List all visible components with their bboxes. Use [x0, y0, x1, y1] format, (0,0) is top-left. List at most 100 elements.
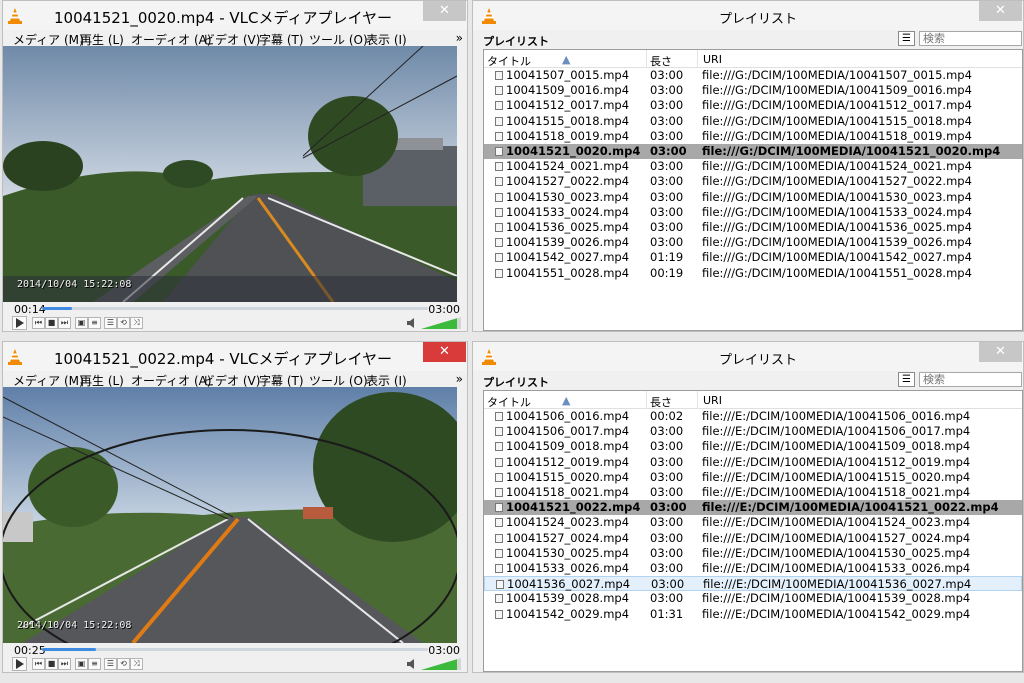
playlist-row[interactable]: 10041527_0024.mp4 03:00 file:///E:/DCIM/10…	[484, 531, 1022, 546]
search-input[interactable]	[919, 31, 1022, 46]
shuffle-button[interactable]: ⤨	[130, 317, 143, 329]
row-uri: file:///G:/DCIM/100MEDIA/10041533_0024.m…	[702, 204, 972, 219]
row-title: 10041533_0024.mp4	[506, 204, 630, 219]
row-length: 03:00	[650, 545, 684, 560]
column-uri[interactable]: URI	[703, 394, 722, 407]
play-button[interactable]	[12, 657, 27, 671]
playlist-row[interactable]: 10041509_0018.mp4 03:00 file:///E:/DCIM/10…	[484, 439, 1022, 454]
playlist-window: プレイリスト ✕ プレイリスト ☰ タイトル ▲ 長さ URI 10041507…	[472, 0, 1024, 332]
fullscreen-button[interactable]: ▣	[75, 317, 88, 329]
column-title[interactable]: タイトル	[487, 53, 531, 69]
playlist-row[interactable]: 10041506_0016.mp4 00:02 file:///E:/DCIM/10…	[484, 409, 1022, 424]
control-bar: ⏮ ■ ⏭ ▣ ≡ ☰ ⟲ ⤨	[3, 315, 467, 331]
column-length[interactable]: 長さ	[650, 394, 672, 410]
row-length: 03:00	[650, 485, 684, 499]
volume-slider[interactable]	[407, 317, 461, 329]
media-file-icon	[495, 427, 503, 437]
seek-slider[interactable]	[42, 307, 428, 310]
fullscreen-button[interactable]: ▣	[75, 658, 88, 670]
media-file-icon	[495, 177, 503, 187]
playlist-row[interactable]: 10041533_0024.mp4 03:00 file:///G:/DCIM/10…	[484, 205, 1022, 220]
close-button[interactable]: ✕	[979, 342, 1022, 362]
menu-overflow-icon[interactable]: »	[456, 372, 463, 386]
loop-button[interactable]: ⟲	[117, 658, 130, 670]
video-view[interactable]: 2014/10/04 15:22:08	[3, 46, 457, 302]
playlist-row[interactable]: 10041518_0019.mp4 03:00 file:///G:/DCIM/10…	[484, 129, 1022, 144]
effects-button[interactable]: ≡	[88, 317, 101, 329]
playlist-list[interactable]: タイトル ▲ 長さ URI 10041506_0016.mp4 00:02 file…	[483, 390, 1023, 672]
playlist-button[interactable]: ☰	[104, 658, 117, 670]
seek-slider[interactable]	[42, 648, 428, 651]
row-length: 03:00	[650, 469, 684, 484]
media-file-icon	[495, 147, 503, 156]
playlist-row[interactable]: 10041530_0025.mp4 03:00 file:///E:/DCIM/10…	[484, 546, 1022, 561]
title-bar[interactable]: プレイリスト ✕	[473, 1, 1023, 30]
row-uri: file:///E:/DCIM/100MEDIA/10041539_0028.m…	[702, 591, 971, 606]
row-uri: file:///E:/DCIM/100MEDIA/10041533_0026.m…	[702, 561, 971, 575]
playlist-row[interactable]: 10041512_0019.mp4 03:00 file:///E:/DCIM/10…	[484, 455, 1022, 470]
playlist-row[interactable]: 10041512_0017.mp4 03:00 file:///G:/DCIM/10…	[484, 98, 1022, 113]
playlist-row[interactable]: 10041536_0025.mp4 03:00 file:///G:/DCIM/10…	[484, 220, 1022, 235]
video-view[interactable]: 2014/10/04 15:22:08	[3, 387, 457, 643]
row-title: 10041539_0028.mp4	[506, 591, 630, 606]
media-file-icon	[496, 580, 504, 590]
media-file-icon	[495, 223, 503, 232]
playlist-row[interactable]: 10041533_0026.mp4 03:00 file:///E:/DCIM/10…	[484, 561, 1022, 576]
playlist-row[interactable]: 10041551_0028.mp4 00:19 file:///G:/DCIM/10…	[484, 266, 1022, 281]
playlist-list[interactable]: タイトル ▲ 長さ URI 10041507_0015.mp4 03:00 file…	[483, 49, 1023, 331]
playlist-row[interactable]: 10041530_0023.mp4 03:00 file:///G:/DCIM/10…	[484, 190, 1022, 205]
playlist-row[interactable]: 10041509_0016.mp4 03:00 file:///G:/DCIM/10…	[484, 83, 1022, 98]
playlist-row[interactable]: 10041515_0020.mp4 03:00 file:///E:/DCIM/10…	[484, 470, 1022, 485]
playlist-row[interactable]: 10041518_0021.mp4 03:00 file:///E:/DCIM/10…	[484, 485, 1022, 500]
next-button[interactable]: ⏭	[58, 317, 71, 329]
playlist-row[interactable]: 10041527_0022.mp4 03:00 file:///G:/DCIM/10…	[484, 174, 1022, 189]
playlist-button[interactable]: ☰	[104, 317, 117, 329]
playlist-row[interactable]: 10041507_0015.mp4 03:00 file:///G:/DCIM/10…	[484, 68, 1022, 83]
menu-overflow-icon[interactable]: »	[456, 31, 463, 45]
title-bar[interactable]: プレイリスト ✕	[473, 342, 1023, 371]
row-uri: file:///G:/DCIM/100MEDIA/10041551_0028.m…	[702, 265, 972, 280]
playlist-row[interactable]: 10041524_0023.mp4 03:00 file:///E:/DCIM/10…	[484, 515, 1022, 530]
close-button[interactable]: ✕	[423, 1, 466, 21]
row-length: 01:19	[650, 250, 684, 265]
row-title: 10041518_0021.mp4	[506, 485, 630, 499]
next-button[interactable]: ⏭	[58, 658, 71, 670]
shuffle-button[interactable]: ⤨	[130, 658, 143, 670]
row-uri: file:///G:/DCIM/100MEDIA/10041542_0027.m…	[702, 250, 972, 265]
row-title: 10041512_0019.mp4	[506, 454, 630, 469]
close-button[interactable]: ✕	[423, 342, 466, 362]
previous-button[interactable]: ⏮	[32, 317, 45, 329]
playlist-row[interactable]: 10041506_0017.mp4 03:00 file:///E:/DCIM/10…	[484, 424, 1022, 439]
playlist-row[interactable]: 10041536_0027.mp4 03:00 file:///E:/DCIM/10…	[484, 576, 1022, 592]
stop-button[interactable]: ■	[45, 317, 58, 329]
view-mode-button[interactable]: ☰	[898, 31, 915, 46]
playlist-row[interactable]: 10041521_0020.mp4 03:00 file:///G:/DCIM/10…	[484, 144, 1022, 159]
volume-slider[interactable]	[407, 658, 461, 670]
row-length: 03:00	[650, 174, 684, 189]
stop-button[interactable]: ■	[45, 658, 58, 670]
row-uri: file:///E:/DCIM/100MEDIA/10041509_0018.m…	[702, 439, 971, 454]
title-bar[interactable]: 10041521_0022.mp4 - VLCメディアプレイヤー ✕	[3, 342, 467, 371]
play-button[interactable]	[12, 316, 27, 330]
search-input[interactable]	[919, 372, 1022, 387]
previous-button[interactable]: ⏮	[32, 658, 45, 670]
playlist-row[interactable]: 10041524_0021.mp4 03:00 file:///G:/DCIM/10…	[484, 159, 1022, 174]
row-title: 10041542_0027.mp4	[506, 250, 630, 265]
column-uri[interactable]: URI	[703, 53, 722, 66]
title-bar[interactable]: 10041521_0020.mp4 - VLCメディアプレイヤー ✕	[3, 1, 467, 30]
playlist-row[interactable]: 10041542_0027.mp4 01:19 file:///G:/DCIM/10…	[484, 250, 1022, 265]
media-file-icon	[495, 131, 503, 141]
playlist-row[interactable]: 10041542_0029.mp4 01:31 file:///E:/DCIM/10…	[484, 607, 1022, 622]
playlist-row[interactable]: 10041521_0022.mp4 03:00 file:///E:/DCIM/10…	[484, 500, 1022, 516]
video-timestamp-osd: 2014/10/04 15:22:08	[17, 279, 132, 290]
playlist-row[interactable]: 10041515_0018.mp4 03:00 file:///G:/DCIM/10…	[484, 114, 1022, 129]
loop-button[interactable]: ⟲	[117, 317, 130, 329]
view-mode-button[interactable]: ☰	[898, 372, 915, 387]
playlist-row[interactable]: 10041539_0026.mp4 03:00 file:///G:/DCIM/10…	[484, 235, 1022, 250]
row-uri: file:///E:/DCIM/100MEDIA/10041542_0029.m…	[702, 606, 971, 621]
column-length[interactable]: 長さ	[650, 53, 672, 69]
close-button[interactable]: ✕	[979, 1, 1022, 21]
playlist-row[interactable]: 10041539_0028.mp4 03:00 file:///E:/DCIM/10…	[484, 591, 1022, 606]
column-title[interactable]: タイトル	[487, 394, 531, 410]
effects-button[interactable]: ≡	[88, 658, 101, 670]
